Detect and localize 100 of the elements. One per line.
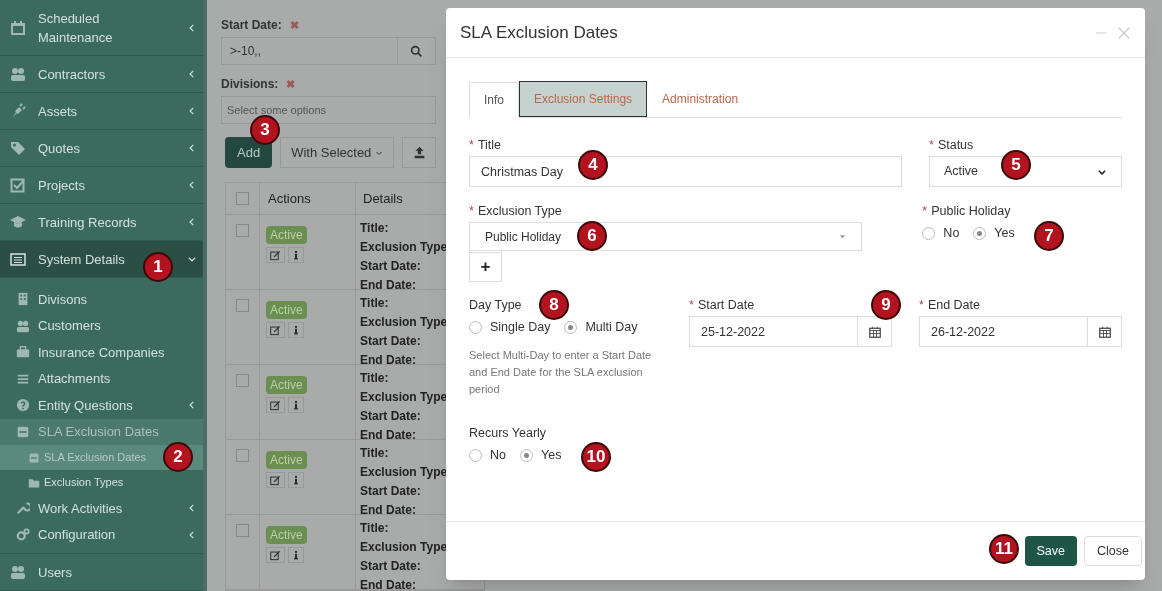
detail-label: Start Date: <box>360 559 421 573</box>
option-label: Yes <box>994 225 1015 242</box>
required-mark: * <box>469 137 474 154</box>
field-label: Title <box>477 137 502 154</box>
with-selected-dropdown[interactable]: With Selected <box>280 137 395 168</box>
detail-label: End Date: <box>360 353 416 364</box>
search-icon <box>410 44 423 58</box>
close-icon <box>1117 25 1131 40</box>
calendar-icon <box>868 325 881 338</box>
info-icon <box>291 325 301 335</box>
edit-icon <box>270 549 281 561</box>
field-label: Day Type <box>469 297 522 314</box>
calendar-icon <box>1098 325 1111 338</box>
status-badge: Active <box>266 301 307 319</box>
detail-label: Title: <box>360 446 389 460</box>
briefcase-icon <box>16 345 30 360</box>
detail-label: Title: <box>360 521 389 535</box>
calendar-button[interactable] <box>1088 316 1122 347</box>
wrench-icon <box>16 501 30 516</box>
chevron-icon <box>187 180 197 190</box>
sidebar-item[interactable]: Work Activities <box>0 495 203 522</box>
row-checkbox[interactable] <box>236 524 249 537</box>
field-label: Recurs Yearly <box>469 424 547 442</box>
sidebar-item[interactable]: Insurance Companies <box>0 339 203 366</box>
detail-label: Exclusion Type <box>360 315 448 329</box>
tab[interactable]: Info <box>469 82 519 118</box>
list-box-icon <box>10 251 26 267</box>
info-button[interactable] <box>288 472 304 488</box>
info-icon <box>291 250 301 260</box>
info-button[interactable] <box>288 247 304 263</box>
edit-icon <box>270 324 281 336</box>
detail-label: Start Date: <box>360 484 421 498</box>
row-checkbox[interactable] <box>236 299 249 312</box>
info-icon <box>291 400 301 410</box>
sidebar-item[interactable]: SLA Exclusion Dates <box>0 418 203 445</box>
column-header: Actions <box>268 189 311 208</box>
end-date-field[interactable]: 26-12-2022 <box>919 316 1088 347</box>
status-badge: Active <box>266 376 307 394</box>
tab[interactable]: Exclusion Settings <box>519 81 648 117</box>
minus-square-icon <box>16 424 30 439</box>
edit-button[interactable] <box>266 322 285 338</box>
detail-label: Exclusion Type <box>360 465 448 479</box>
chevron-icon <box>187 69 197 79</box>
field-label: End Date <box>927 297 980 314</box>
row-checkbox[interactable] <box>236 449 249 462</box>
building-icon <box>16 292 30 307</box>
option-label: Yes <box>541 446 562 464</box>
info-button[interactable] <box>288 547 304 563</box>
sidebar-item[interactable]: Divisons <box>0 286 203 313</box>
filter-label: Divisions: <box>221 76 279 93</box>
info-button[interactable] <box>288 397 304 413</box>
chevron-icon <box>187 217 197 227</box>
multiselect-field[interactable]: Select some options <box>221 96 436 124</box>
close-button[interactable]: Close <box>1084 536 1142 566</box>
sidebar-item[interactable]: Exclusion Types <box>0 470 203 495</box>
edit-icon <box>270 249 281 261</box>
question-icon <box>16 398 30 413</box>
edit-button[interactable] <box>266 472 285 488</box>
save-button[interactable]: Save <box>1024 536 1078 566</box>
sidebar-item[interactable]: Entity Questions <box>0 392 203 419</box>
people-icon <box>10 564 26 580</box>
detail-label: End Date: <box>360 503 416 514</box>
chevron-icon <box>187 503 197 514</box>
checkbox-icon <box>10 177 26 193</box>
row-checkbox[interactable] <box>236 374 249 387</box>
sidebar-item[interactable]: Attachments <box>0 365 203 392</box>
edit-icon <box>270 399 281 411</box>
tab[interactable]: Administration <box>647 81 754 117</box>
option-label: Multi Day <box>585 319 638 336</box>
folder-icon <box>28 476 40 489</box>
chevron-icon <box>187 22 197 33</box>
search-button[interactable] <box>398 37 436 65</box>
info-icon <box>291 550 301 560</box>
upload-button[interactable] <box>402 137 437 168</box>
detail-label: Exclusion Type <box>360 240 448 254</box>
option-label: Single Day <box>490 319 551 336</box>
sidebar-item[interactable]: Customers <box>0 312 203 339</box>
edit-button[interactable] <box>266 247 285 263</box>
chevron-icon <box>187 106 197 116</box>
edit-button[interactable] <box>266 397 285 413</box>
status-badge: Active <box>266 451 307 469</box>
edit-button[interactable] <box>266 547 285 563</box>
status-badge: Active <box>266 526 307 544</box>
select-all-checkbox[interactable] <box>236 192 249 205</box>
start-date-field[interactable]: 25-12-2022 <box>689 316 858 347</box>
search-field[interactable]: >-10,, <box>221 37 398 65</box>
add-button[interactable]: + <box>469 252 502 282</box>
info-icon <box>291 475 301 485</box>
column-header: Details <box>363 189 403 208</box>
field-label: Public Holiday <box>931 203 1011 220</box>
info-button[interactable] <box>288 322 304 338</box>
detail-label: Title: <box>360 371 389 385</box>
detail-label: Title: <box>360 296 389 310</box>
detail-label: Start Date: <box>360 334 421 348</box>
row-checkbox[interactable] <box>236 224 249 237</box>
detail-label: End Date: <box>360 278 416 289</box>
sidebar-item[interactable]: Configuration <box>0 521 203 548</box>
detail-label: End Date: <box>360 428 416 439</box>
detail-label: End Date: <box>360 578 416 589</box>
graduation-cap-icon <box>10 214 26 230</box>
